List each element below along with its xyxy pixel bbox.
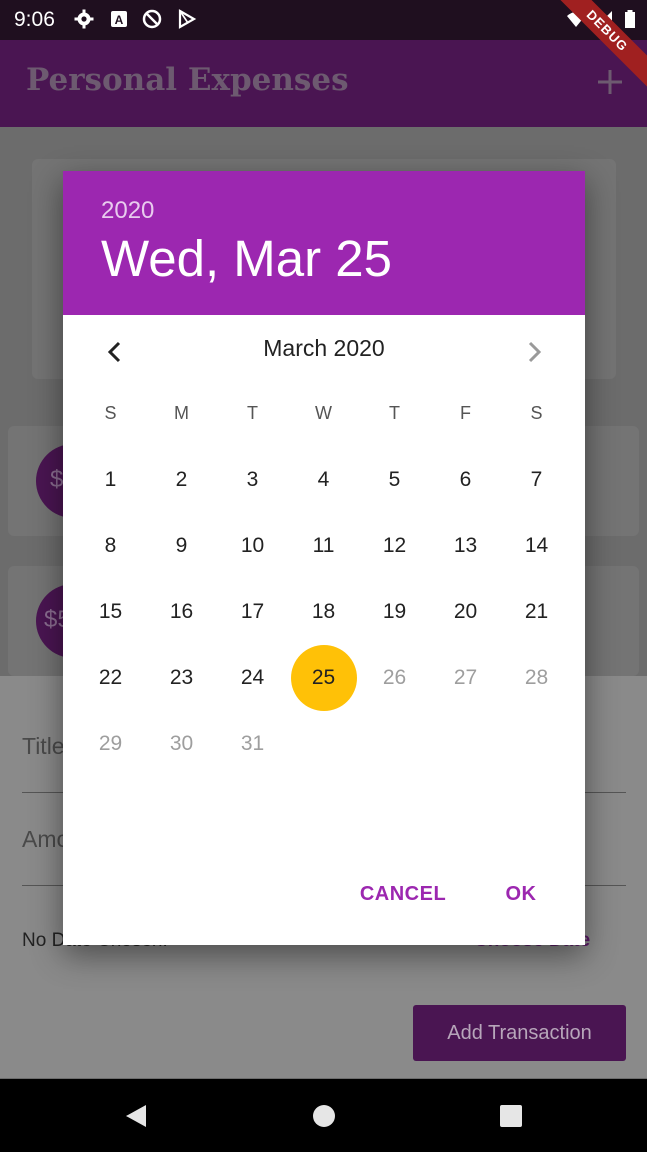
chevron-left-icon[interactable]	[99, 335, 129, 369]
weekday-label: S	[530, 403, 543, 423]
home-icon[interactable]	[312, 1104, 336, 1128]
month-label: March 2020	[263, 335, 385, 361]
a-icon: A	[111, 11, 127, 27]
day-cell[interactable]: 12	[359, 513, 430, 579]
weekday-label: W	[315, 403, 332, 423]
chevron-right-icon[interactable]	[520, 335, 550, 369]
back-icon[interactable]	[124, 1104, 148, 1128]
day-cell: 30	[169, 732, 194, 755]
play-store-icon	[178, 9, 197, 29]
weekday-label: S	[104, 403, 117, 423]
selected-day[interactable]: 25	[288, 645, 359, 711]
day-cell[interactable]: 10	[217, 513, 288, 579]
day-cell[interactable]: 16	[146, 579, 217, 645]
header-year[interactable]: 2020	[101, 197, 154, 225]
day-cell[interactable]: 8	[75, 513, 146, 579]
day-cell[interactable]: 17	[217, 579, 288, 645]
day-cell[interactable]: 13	[430, 513, 501, 579]
day-cell[interactable]: 2	[146, 447, 217, 513]
add-transaction-button[interactable]: Add Transaction	[413, 1005, 626, 1061]
day-cell: 28	[524, 666, 549, 689]
day-cell[interactable]: 20	[430, 579, 501, 645]
day-cell: 29	[98, 732, 123, 755]
day-cell: 31	[240, 732, 265, 755]
gear-icon	[74, 9, 94, 29]
day-cell[interactable]: 5	[359, 447, 430, 513]
day-cell[interactable]: 9	[146, 513, 217, 579]
status-bar	[0, 0, 647, 40]
status-time: 9:06	[14, 8, 55, 31]
day-cell[interactable]: 24	[217, 645, 288, 711]
recents-icon[interactable]	[499, 1104, 523, 1128]
weekday-label: T	[389, 403, 400, 423]
day-cell: 26	[382, 666, 407, 689]
battery-icon	[625, 10, 635, 28]
day-cell[interactable]: 4	[288, 447, 359, 513]
day-cell[interactable]: 6	[430, 447, 501, 513]
day-cell[interactable]: 15	[75, 579, 146, 645]
date-picker-dialog: 2020 Wed, Mar 25 March 2020 SMTWTFS 1234…	[63, 171, 585, 945]
day-cell[interactable]: 1	[75, 447, 146, 513]
weekday-label: M	[174, 403, 189, 423]
day-cell[interactable]: 7	[501, 447, 572, 513]
weekday-label: F	[460, 403, 471, 423]
day-cell[interactable]: 18	[288, 579, 359, 645]
cancel-button[interactable]: CANCEL	[345, 871, 461, 917]
day-cell[interactable]: 21	[501, 579, 572, 645]
plus-icon[interactable]	[594, 66, 626, 98]
day-cell[interactable]: 19	[359, 579, 430, 645]
title-field-label: Title	[22, 733, 65, 759]
day-cell[interactable]: 3	[217, 447, 288, 513]
day-cell[interactable]: 22	[75, 645, 146, 711]
day-cell[interactable]: 14	[501, 513, 572, 579]
app-title: Personal Expenses	[26, 62, 349, 98]
header-selected-date: Wed, Mar 25	[101, 230, 393, 287]
svg-text:A: A	[115, 13, 124, 27]
day-cell: 27	[453, 666, 478, 689]
day-cell[interactable]: 23	[146, 645, 217, 711]
day-cell[interactable]: 11	[288, 513, 359, 579]
no-signal-circle-icon	[142, 9, 162, 29]
weekday-label: T	[247, 403, 258, 423]
ok-button[interactable]: OK	[489, 871, 553, 917]
selected-day-label: 25	[290, 645, 357, 711]
